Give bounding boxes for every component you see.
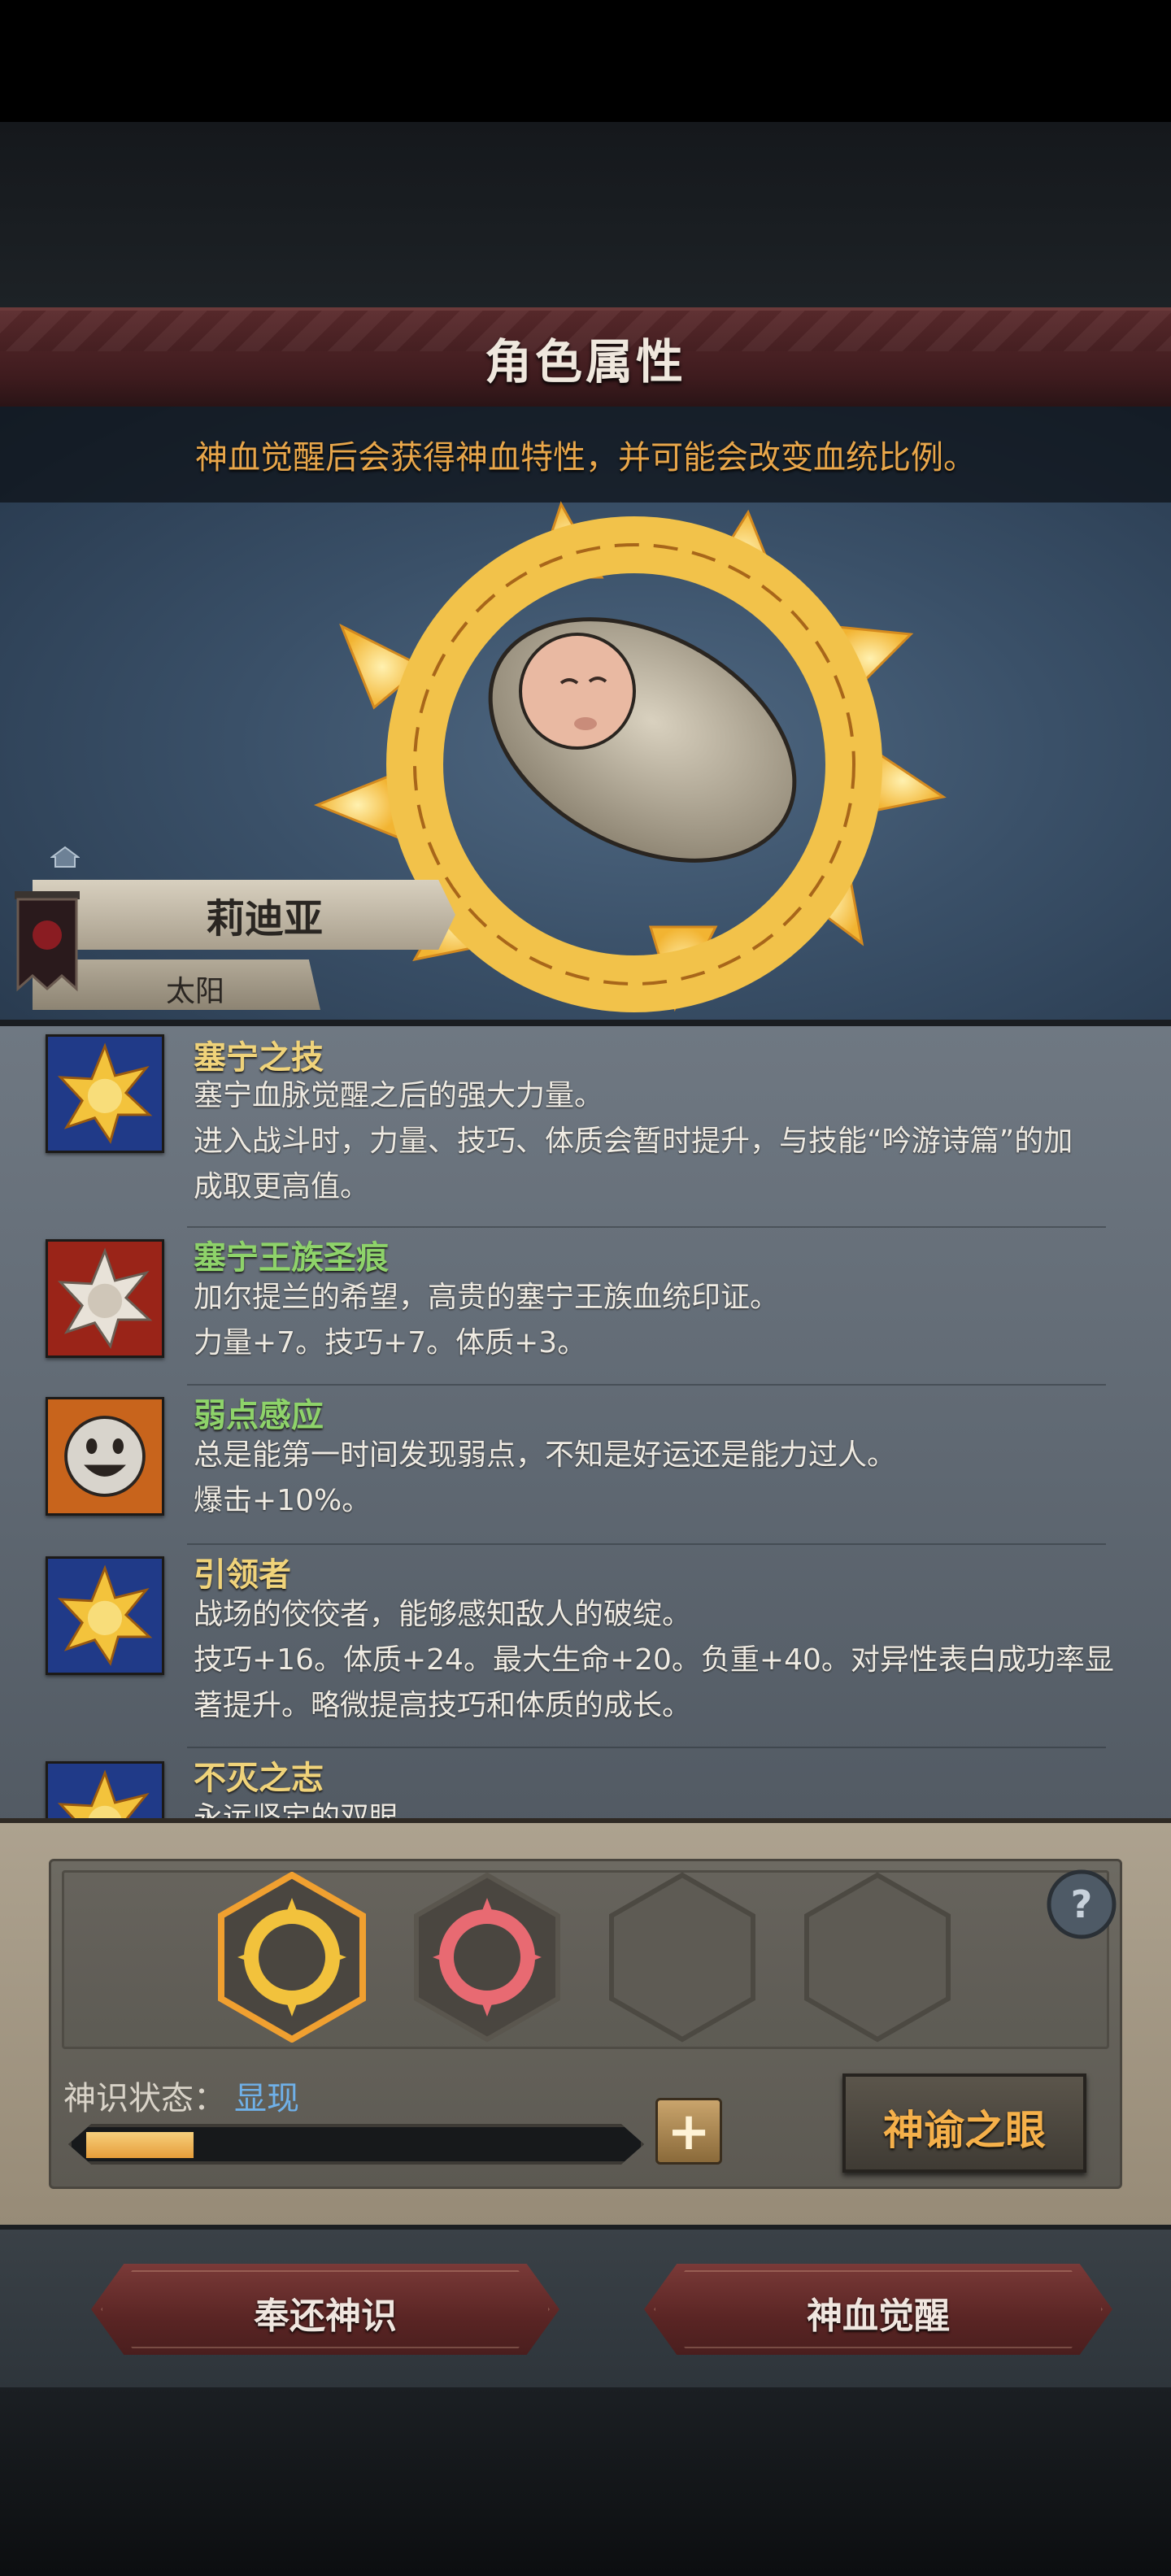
awaken-blood-button[interactable]: 神血觉醒: [644, 2264, 1112, 2355]
separator: [187, 1543, 1106, 1545]
oracle-eye-label: 神谕之眼: [883, 2107, 1046, 2154]
oracle-eye-button[interactable]: 神谕之眼: [842, 2073, 1086, 2173]
plus-icon: +: [667, 2102, 711, 2162]
separator: [187, 1747, 1106, 1748]
golden-sun-icon: [46, 1556, 164, 1675]
home-icon[interactable]: [50, 846, 80, 868]
trait-desc-line: 加尔提兰的希望，高贵的塞宁王族血统印证。: [194, 1281, 780, 1314]
trait-name: 弱点感应: [194, 1397, 324, 1434]
trait-list[interactable]: 塞宁之技 塞宁血脉觉醒之后的强大力量。 进入战斗时，力量、技巧、体质会暂时提升，…: [0, 1026, 1171, 1831]
footer-bottom: [0, 2387, 1171, 2576]
separator: [187, 1384, 1106, 1386]
smiley-face-icon: [46, 1397, 164, 1516]
red-sun-rune-icon[interactable]: [411, 1872, 563, 2043]
divine-progress-fill: [86, 2132, 194, 2158]
trait-name: 塞宁王族圣痕: [194, 1239, 389, 1277]
character-title: 太阳: [165, 975, 224, 1008]
separator: [187, 1226, 1106, 1228]
trait-desc-line: 著提升。略微提高技巧和体质的成长。: [194, 1689, 692, 1722]
silver-sun-icon: [46, 1239, 164, 1358]
help-icon[interactable]: ?: [1044, 1867, 1119, 1942]
return-divine-button[interactable]: 奉还神识: [91, 2264, 559, 2355]
trait-name: 引领者: [194, 1556, 291, 1594]
svg-text:?: ?: [1071, 1882, 1093, 1926]
trait-desc-line: 成取更高值。: [194, 1170, 370, 1203]
empty-slot[interactable]: [607, 1872, 758, 2043]
trait-desc-line: 塞宁血脉觉醒之后的强大力量。: [194, 1079, 604, 1112]
trait-desc-line: 技巧+16。体质+24。最大生命+20。负重+40。对异性表白成功率显: [194, 1643, 1114, 1677]
trait-name: 不灭之志: [194, 1760, 324, 1797]
trait-desc: 总是能第一时间发现弱点，不知是好运还是能力过人。 爆击+10%。: [194, 1433, 1121, 1524]
divider: [0, 1020, 1171, 1026]
trait-name: 塞宁之技: [194, 1039, 324, 1077]
trait-desc: 加尔提兰的希望，高贵的塞宁王族血统印证。 力量+7。技巧+7。体质+3。: [194, 1275, 1121, 1366]
trait-desc-line: 爆击+10%。: [194, 1484, 372, 1517]
trait-desc-line: 力量+7。技巧+7。体质+3。: [194, 1326, 587, 1360]
trait-desc: 战场的佼佼者，能够感知敌人的破绽。 技巧+16。体质+24。最大生命+20。负重…: [194, 1592, 1121, 1729]
trait-desc: 塞宁血脉觉醒之后的强大力量。 进入战斗时，力量、技巧、体质会暂时提升，与技能“吟…: [194, 1073, 1121, 1210]
divine-status-label: 神识状态：: [63, 2080, 226, 2117]
empty-slot[interactable]: [802, 1872, 953, 2043]
trait-desc-line: 总是能第一时间发现弱点，不知是好运还是能力过人。: [194, 1438, 897, 1472]
trait-desc-line: 战场的佼佼者，能够感知敌人的破绽。: [194, 1598, 692, 1631]
return-divine-label: 奉还神识: [254, 2295, 397, 2337]
awaken-blood-label: 神血觉醒: [807, 2295, 950, 2337]
golden-sun-icon: [46, 1034, 164, 1153]
top-bar: [0, 0, 1171, 122]
add-divine-button[interactable]: +: [655, 2098, 722, 2165]
subtitle: 神血觉醒后会获得神血特性，并可能会改变血统比例。: [195, 439, 976, 476]
divine-status-value: 显现: [234, 2080, 299, 2117]
character-name: 莉迪亚: [205, 896, 323, 942]
banner-flag-icon: [15, 891, 80, 992]
header-background: [0, 122, 1171, 309]
golden-sun-rune-icon[interactable]: [216, 1872, 368, 2043]
trait-desc-line: 进入战斗时，力量、技巧、体质会暂时提升，与技能“吟游诗篇”的加: [194, 1125, 1073, 1158]
page-title: 角色属性: [484, 334, 686, 389]
